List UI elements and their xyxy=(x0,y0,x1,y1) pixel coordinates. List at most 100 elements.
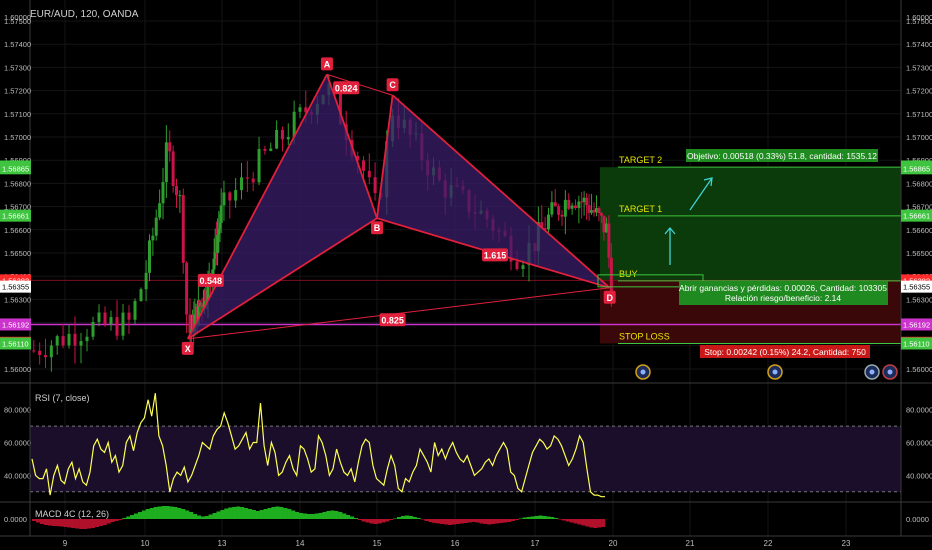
macd-bar xyxy=(157,506,162,519)
candle-body[interactable] xyxy=(553,202,557,207)
candle-body[interactable] xyxy=(597,208,601,214)
candle-body[interactable] xyxy=(367,170,371,178)
candle-body[interactable] xyxy=(151,235,155,241)
candle-body[interactable] xyxy=(607,223,611,258)
candle-body[interactable] xyxy=(164,142,168,183)
macd-bar xyxy=(294,512,300,519)
macd-bar xyxy=(463,519,468,523)
macd-bar xyxy=(440,519,445,524)
candle-body[interactable] xyxy=(585,197,589,206)
macd-bar xyxy=(153,507,158,519)
candle-body[interactable] xyxy=(79,341,83,346)
candle-body[interactable] xyxy=(275,129,279,149)
macd-bar xyxy=(581,519,586,526)
candle-body[interactable] xyxy=(570,205,574,209)
candle-body[interactable] xyxy=(115,317,119,336)
macd-bar xyxy=(483,519,488,524)
pattern-point-label: X xyxy=(185,344,191,354)
level-label[interactable]: STOP LOSS xyxy=(619,331,670,341)
candle-body[interactable] xyxy=(61,336,65,346)
macd-bar xyxy=(589,519,594,528)
candle-body[interactable] xyxy=(563,199,567,217)
macd-bar xyxy=(451,519,457,525)
candle-body[interactable] xyxy=(178,195,182,197)
macd-bar xyxy=(102,519,107,525)
candle-body[interactable] xyxy=(168,142,172,152)
macd-bar xyxy=(495,519,500,524)
candle-body[interactable] xyxy=(263,148,267,151)
time-tick: 10 xyxy=(141,539,150,548)
candle-body[interactable] xyxy=(67,333,71,346)
right-price-tick: 1.57500 xyxy=(906,17,932,26)
candle-body[interactable] xyxy=(298,107,302,112)
level-label[interactable]: TARGET 1 xyxy=(619,204,662,214)
candle-body[interactable] xyxy=(161,182,165,204)
candle-body[interactable] xyxy=(240,177,243,191)
macd-bar xyxy=(550,517,555,519)
candle-body[interactable] xyxy=(148,240,151,273)
candle-body[interactable] xyxy=(560,214,564,217)
candle-body[interactable] xyxy=(362,160,366,171)
candle-body[interactable] xyxy=(567,199,571,209)
candle-body[interactable] xyxy=(38,350,42,356)
candle-body[interactable] xyxy=(228,192,232,201)
candle-body[interactable] xyxy=(44,355,47,358)
left-price-tick: 1.56000 xyxy=(4,365,31,374)
candle-body[interactable] xyxy=(373,177,377,194)
macd-bar xyxy=(130,515,135,519)
candle-body[interactable] xyxy=(574,205,577,209)
candle-body[interactable] xyxy=(103,312,107,325)
candle-body[interactable] xyxy=(158,203,162,218)
candle-body[interactable] xyxy=(73,333,77,346)
macd-bar xyxy=(177,508,182,519)
candle-body[interactable] xyxy=(521,265,525,269)
candle-body[interactable] xyxy=(175,186,178,196)
candle-body[interactable] xyxy=(280,129,284,140)
candle-body[interactable] xyxy=(97,312,101,322)
candle-body[interactable] xyxy=(245,177,249,179)
macd-bar xyxy=(444,519,449,525)
tradingview-chart[interactable]: X A B C D 0.824 0.548 1.615 0.825 TARGET 2 TARGET… xyxy=(0,0,932,550)
objective-text: Objetivo: 0.00518 (0.33%) 51.8, cantidad… xyxy=(687,151,877,161)
candle-body[interactable] xyxy=(185,262,189,315)
candle-body[interactable] xyxy=(577,201,581,209)
candle-body[interactable] xyxy=(109,317,113,325)
candle-body[interactable] xyxy=(144,272,148,290)
candle-body[interactable] xyxy=(251,178,255,183)
candle-body[interactable] xyxy=(515,261,519,269)
macd-bar xyxy=(216,511,221,519)
candle-body[interactable] xyxy=(85,336,89,342)
candle-body[interactable] xyxy=(55,336,59,346)
candle-body[interactable] xyxy=(557,206,561,215)
candle-body[interactable] xyxy=(599,213,603,216)
candle-body[interactable] xyxy=(127,312,131,320)
macd-bar xyxy=(471,519,476,522)
candle-body[interactable] xyxy=(286,137,290,140)
candle-body[interactable] xyxy=(222,192,226,206)
candle-body[interactable] xyxy=(32,350,36,352)
level-label[interactable]: TARGET 2 xyxy=(619,155,662,165)
symbol-title: EUR/AUD, 120, OANDA xyxy=(30,9,139,20)
candle-body[interactable] xyxy=(49,345,53,358)
candle-body[interactable] xyxy=(219,205,223,223)
candle-body[interactable] xyxy=(133,300,137,320)
candle-body[interactable] xyxy=(154,217,158,236)
candle-body[interactable] xyxy=(547,214,550,230)
candle-body[interactable] xyxy=(139,289,143,301)
candle-body[interactable] xyxy=(550,202,554,215)
candle-body[interactable] xyxy=(257,148,261,183)
candle-body[interactable] xyxy=(269,148,273,151)
candle-body[interactable] xyxy=(234,190,238,201)
macd-bar xyxy=(259,510,264,519)
macd-bar xyxy=(408,516,413,519)
candle-body[interactable] xyxy=(121,312,125,336)
candle-body[interactable] xyxy=(181,195,185,263)
macd-bar xyxy=(459,519,465,524)
macd-bar xyxy=(432,519,437,523)
macd-bar xyxy=(106,519,111,524)
candle-body[interactable] xyxy=(91,321,95,337)
candle-body[interactable] xyxy=(171,151,175,187)
level-label[interactable]: BUY xyxy=(619,269,638,279)
pattern-point-label: D xyxy=(606,293,613,303)
macd-bar xyxy=(381,519,386,523)
